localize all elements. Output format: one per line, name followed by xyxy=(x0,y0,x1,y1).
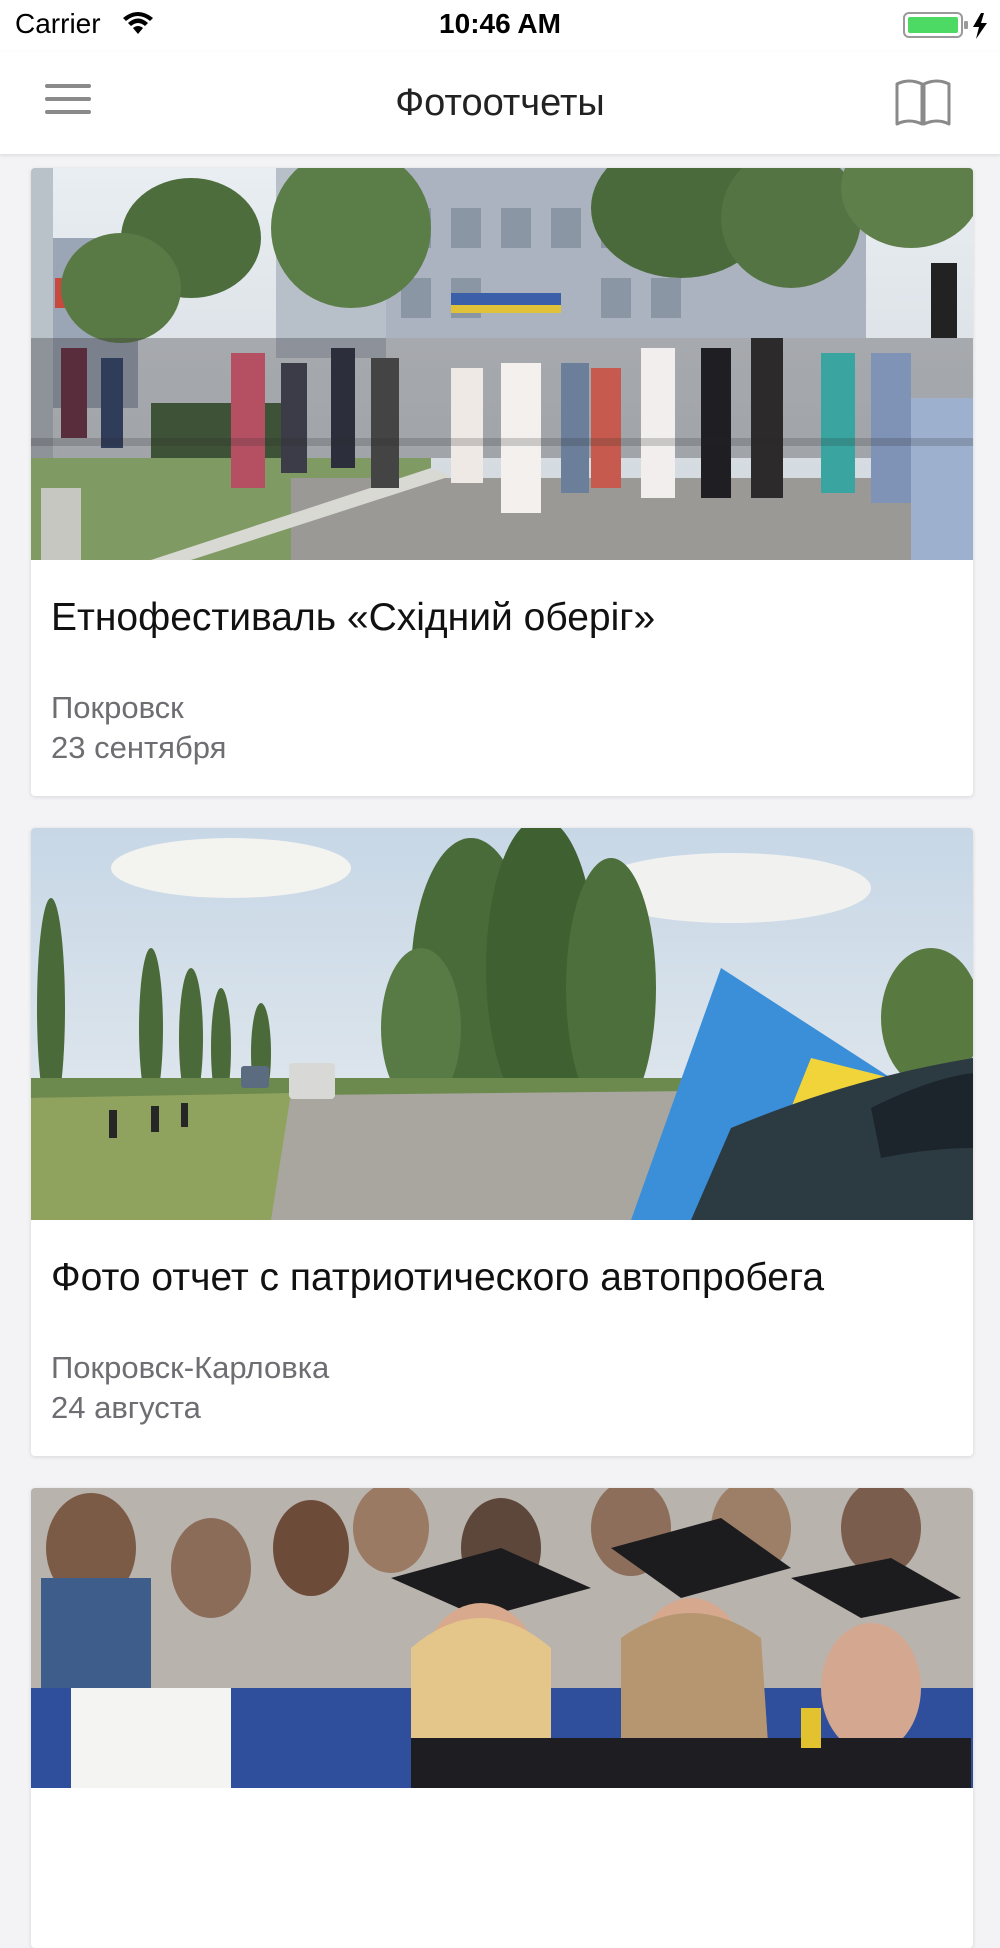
status-time: 10:46 AM xyxy=(439,8,561,39)
open-book-icon xyxy=(895,79,951,126)
battery-charging-icon xyxy=(903,12,987,39)
card-title: Фото отчет с патриотического автопробега xyxy=(51,1256,825,1299)
card-date: 23 сентября xyxy=(51,730,227,765)
card-title: Етнофестиваль «Східний оберіг» xyxy=(51,596,656,639)
photo-report-card[interactable] xyxy=(31,1488,973,1948)
navigation-bar: Фотоотчеты xyxy=(0,52,1000,155)
card-location: Покровск xyxy=(51,690,184,725)
page-title: Фотоотчеты xyxy=(395,82,605,124)
card-location: Покровск-Карловка xyxy=(51,1350,330,1385)
card-photo xyxy=(31,828,973,1220)
book-button[interactable] xyxy=(893,76,953,128)
status-bar: Carrier 10:46 AM xyxy=(0,0,1000,52)
photo-report-card[interactable]: Фото отчет с патриотического автопробега… xyxy=(31,828,973,1456)
photo-report-card[interactable]: Етнофестиваль «Східний оберіг» Покровск … xyxy=(31,168,973,796)
card-date: 24 августа xyxy=(51,1390,201,1425)
card-photo xyxy=(31,168,973,560)
card-photo xyxy=(31,1488,973,1788)
